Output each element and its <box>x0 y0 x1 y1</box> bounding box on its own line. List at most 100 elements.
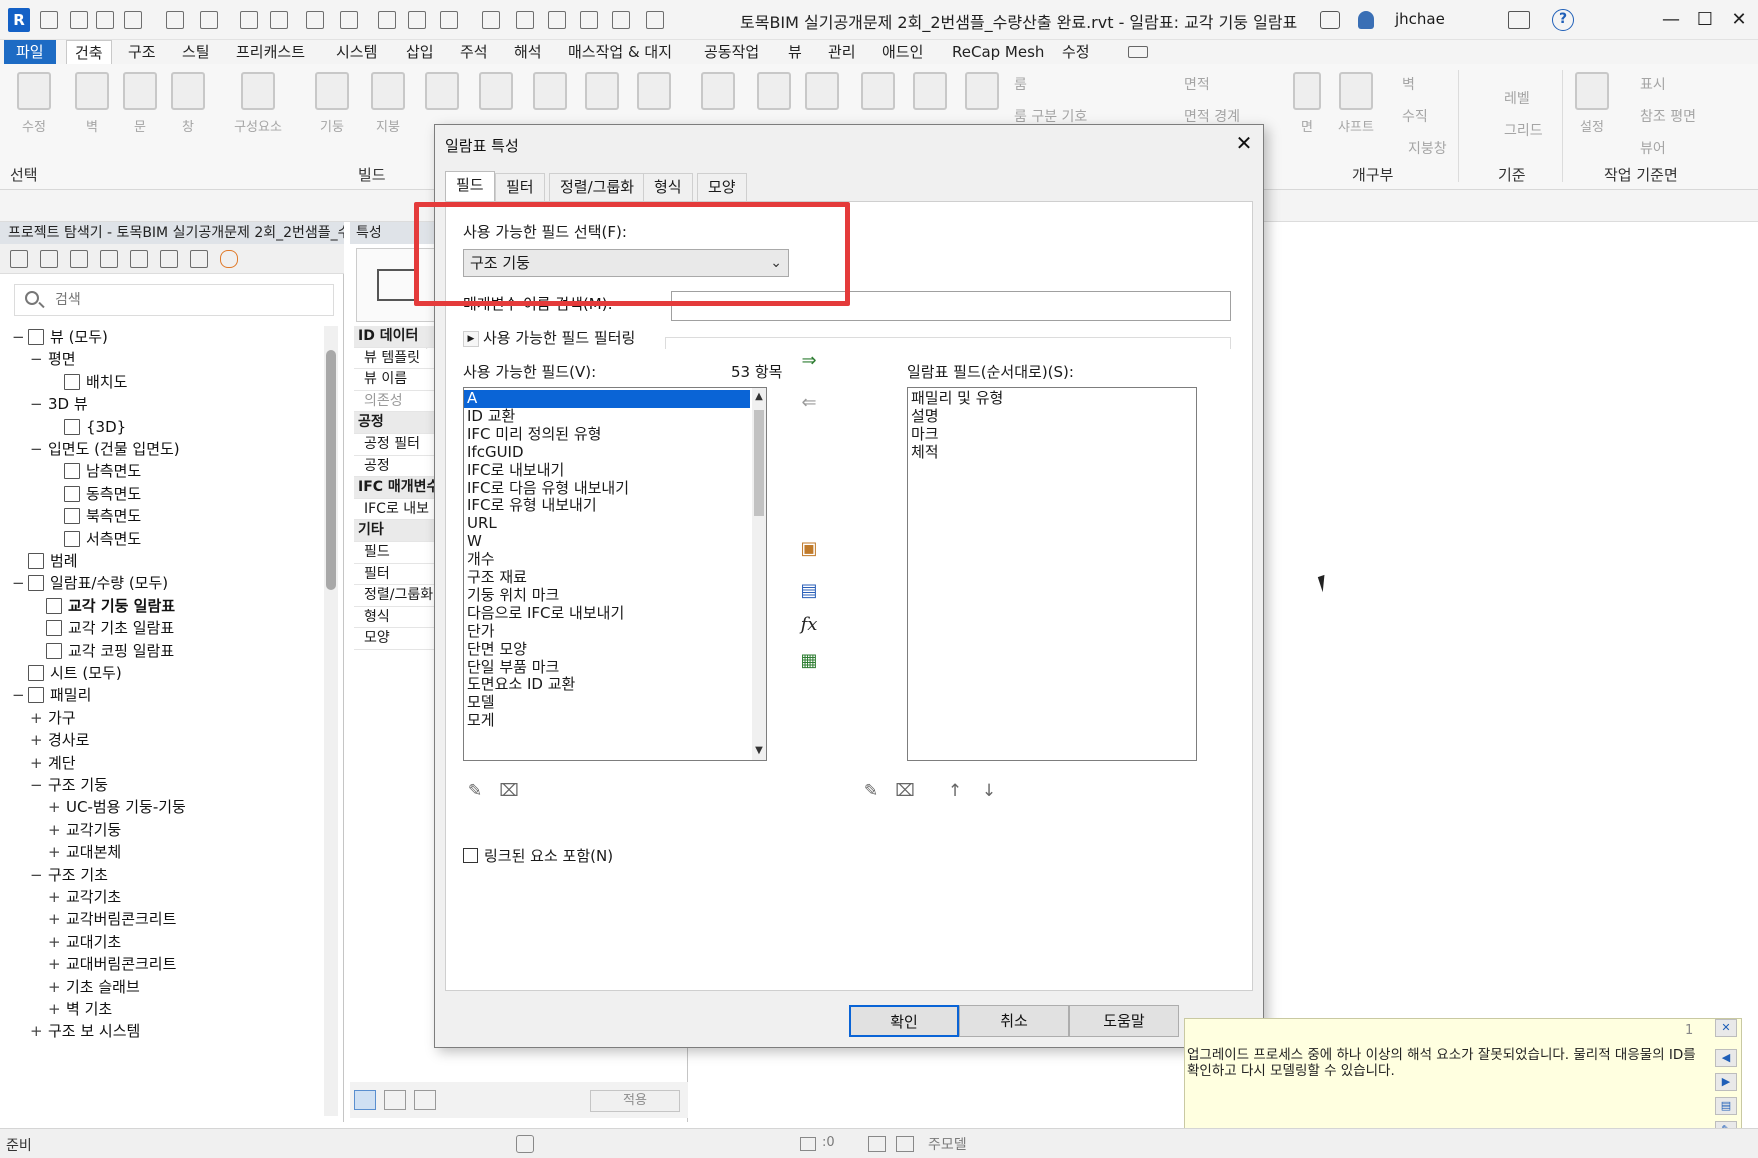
viewer-button[interactable]: 뷰어 <box>1640 138 1666 158</box>
tab-insert[interactable]: 삽입 <box>406 40 434 64</box>
expand-icon[interactable]: + <box>48 886 61 908</box>
schedule-field-item[interactable]: 설명 <box>908 407 1196 426</box>
apply-button[interactable]: 적용 <box>590 1090 680 1112</box>
level-button[interactable]: 레벨 <box>1504 88 1530 108</box>
available-field-item[interactable]: 단면 모양 <box>464 640 750 659</box>
tab-systems[interactable]: 시스템 <box>336 40 377 64</box>
warning-expand-icon[interactable]: ▤ <box>1715 1097 1737 1115</box>
open-icon[interactable] <box>40 11 58 29</box>
available-field-item[interactable]: 기둥 위치 마크 <box>464 586 750 605</box>
tab-appearance[interactable]: 모양 <box>697 173 747 201</box>
expand-icon[interactable]: + <box>30 1020 43 1042</box>
expand-icon[interactable]: + <box>48 819 61 841</box>
tab-manage[interactable]: 관리 <box>828 40 856 64</box>
scroll-up-icon[interactable]: ▲ <box>752 388 766 406</box>
warning-close-icon[interactable]: ✕ <box>1715 1019 1737 1037</box>
expand-icon[interactable]: + <box>48 841 61 863</box>
3d-view-icon[interactable] <box>440 11 458 29</box>
door-button[interactable]: 문 <box>118 70 162 160</box>
sort-az-icon[interactable] <box>384 1090 406 1110</box>
link-icon[interactable] <box>220 250 238 268</box>
edit-field-icon[interactable]: ✎ <box>465 781 485 801</box>
collapse-icon[interactable]: − <box>12 326 25 348</box>
thin-lines-icon[interactable] <box>516 11 534 29</box>
modify-button[interactable]: 수정 <box>12 70 56 160</box>
categorize-icon[interactable] <box>354 1090 376 1110</box>
revit-logo[interactable]: R <box>8 8 30 32</box>
schedule-icon[interactable] <box>100 250 118 268</box>
available-fields-scroll-thumb[interactable] <box>754 410 764 516</box>
collapse-icon[interactable]: − <box>30 864 43 886</box>
available-field-item[interactable]: IFC로 다음 유형 내보내기 <box>464 479 750 498</box>
ref-plane-button[interactable]: 참조 평면 <box>1640 106 1696 126</box>
maximize-button[interactable]: ☐ <box>1690 6 1720 34</box>
warning-next-icon[interactable]: ▶ <box>1715 1073 1737 1091</box>
dormer-button[interactable]: 지붕창 <box>1408 138 1447 158</box>
save-icon[interactable] <box>96 11 114 29</box>
schedule-field-item[interactable]: 체적 <box>908 443 1196 462</box>
remove-field-icon[interactable]: ⇐ <box>799 393 819 413</box>
expand-icon[interactable]: + <box>30 729 43 751</box>
expand-icon[interactable]: + <box>48 931 61 953</box>
collapse-icon[interactable]: − <box>30 438 43 460</box>
column-button[interactable]: 기둥 <box>310 70 354 160</box>
cancel-button[interactable]: 취소 <box>959 1005 1069 1037</box>
sync-icon[interactable] <box>124 11 142 29</box>
text-icon[interactable] <box>408 11 426 29</box>
tag-icon[interactable] <box>378 11 396 29</box>
redo-icon[interactable] <box>200 11 218 29</box>
group-icon[interactable] <box>190 250 208 268</box>
customize-qat-icon[interactable] <box>646 11 664 29</box>
expand-icon[interactable]: + <box>30 752 43 774</box>
tab-fields[interactable]: 필드 <box>445 171 495 202</box>
user-name[interactable]: jhchae <box>1395 10 1445 28</box>
field-filter-expander[interactable]: ▶ 사용 가능한 필드 필터링 <box>463 327 635 348</box>
edit-parameter-icon[interactable]: ▤ <box>799 581 819 601</box>
include-linked-checkbox[interactable]: 링크된 요소 포함(N) <box>463 845 613 866</box>
expand-icon[interactable]: + <box>30 707 43 729</box>
tab-formatting[interactable]: 형식 <box>643 173 693 201</box>
tab-architecture[interactable]: 건축 <box>66 40 112 64</box>
available-fields-list[interactable]: A ID 교환 IFC 미리 정의된 유형 IfcGUID IFC로 내보내기 IFC로 … <box>463 387 767 761</box>
shaft-button[interactable]: 샤프트 <box>1330 70 1382 160</box>
user-icon[interactable] <box>1358 11 1374 29</box>
measure-icon[interactable] <box>306 11 324 29</box>
tile-icon[interactable] <box>612 11 630 29</box>
area-boundary-button[interactable]: 면적 경계 <box>1184 106 1240 126</box>
cart-icon[interactable] <box>1508 11 1530 29</box>
tab-analyze[interactable]: 해석 <box>514 40 542 64</box>
set-workplane-button[interactable]: 설정 <box>1570 70 1614 160</box>
available-field-item[interactable]: 개수 <box>464 550 750 569</box>
tab-precast[interactable]: 프리캐스트 <box>236 40 305 64</box>
move-up-icon[interactable]: ↑ <box>945 781 965 801</box>
available-field-item[interactable]: 단가 <box>464 622 750 641</box>
collapse-icon[interactable]: − <box>30 393 43 415</box>
browser-search-input[interactable] <box>55 289 315 311</box>
calculated-value-icon[interactable]: fx <box>799 615 819 635</box>
binoculars-icon[interactable] <box>1320 11 1340 29</box>
tab-massing-site[interactable]: 매스작업 & 대지 <box>568 40 672 64</box>
panel-select-label[interactable]: 선택 <box>10 164 38 185</box>
area-button[interactable]: 면적 <box>1184 74 1210 94</box>
family-icon[interactable] <box>160 250 178 268</box>
expand-icon[interactable]: + <box>48 998 61 1020</box>
browser-search-box[interactable] <box>14 284 334 316</box>
tab-addins[interactable]: 애드인 <box>882 40 923 64</box>
active-model-label[interactable]: 주모델 <box>928 1134 967 1154</box>
available-field-item[interactable]: 모게 <box>464 711 750 730</box>
tab-modify[interactable]: 수정 <box>1062 40 1090 64</box>
available-field-item[interactable]: ID 교환 <box>464 407 750 426</box>
dimension-icon[interactable] <box>340 11 358 29</box>
sort-za-icon[interactable] <box>414 1090 436 1110</box>
scroll-down-icon[interactable]: ▼ <box>752 742 766 760</box>
wall-opening-button[interactable]: 벽 <box>1402 74 1415 94</box>
window-button[interactable]: 창 <box>166 70 210 160</box>
expand-icon[interactable]: + <box>48 796 61 818</box>
edit-schedule-field-icon[interactable]: ✎ <box>861 781 881 801</box>
design-options-icon[interactable] <box>868 1136 886 1152</box>
expand-icon[interactable]: + <box>48 908 61 930</box>
selection-filter-icon[interactable] <box>800 1137 816 1151</box>
warning-prev-icon[interactable]: ◀ <box>1715 1049 1737 1067</box>
combine-parameters-icon[interactable]: ▦ <box>799 651 819 671</box>
browser-scrollbar[interactable] <box>324 326 338 1116</box>
